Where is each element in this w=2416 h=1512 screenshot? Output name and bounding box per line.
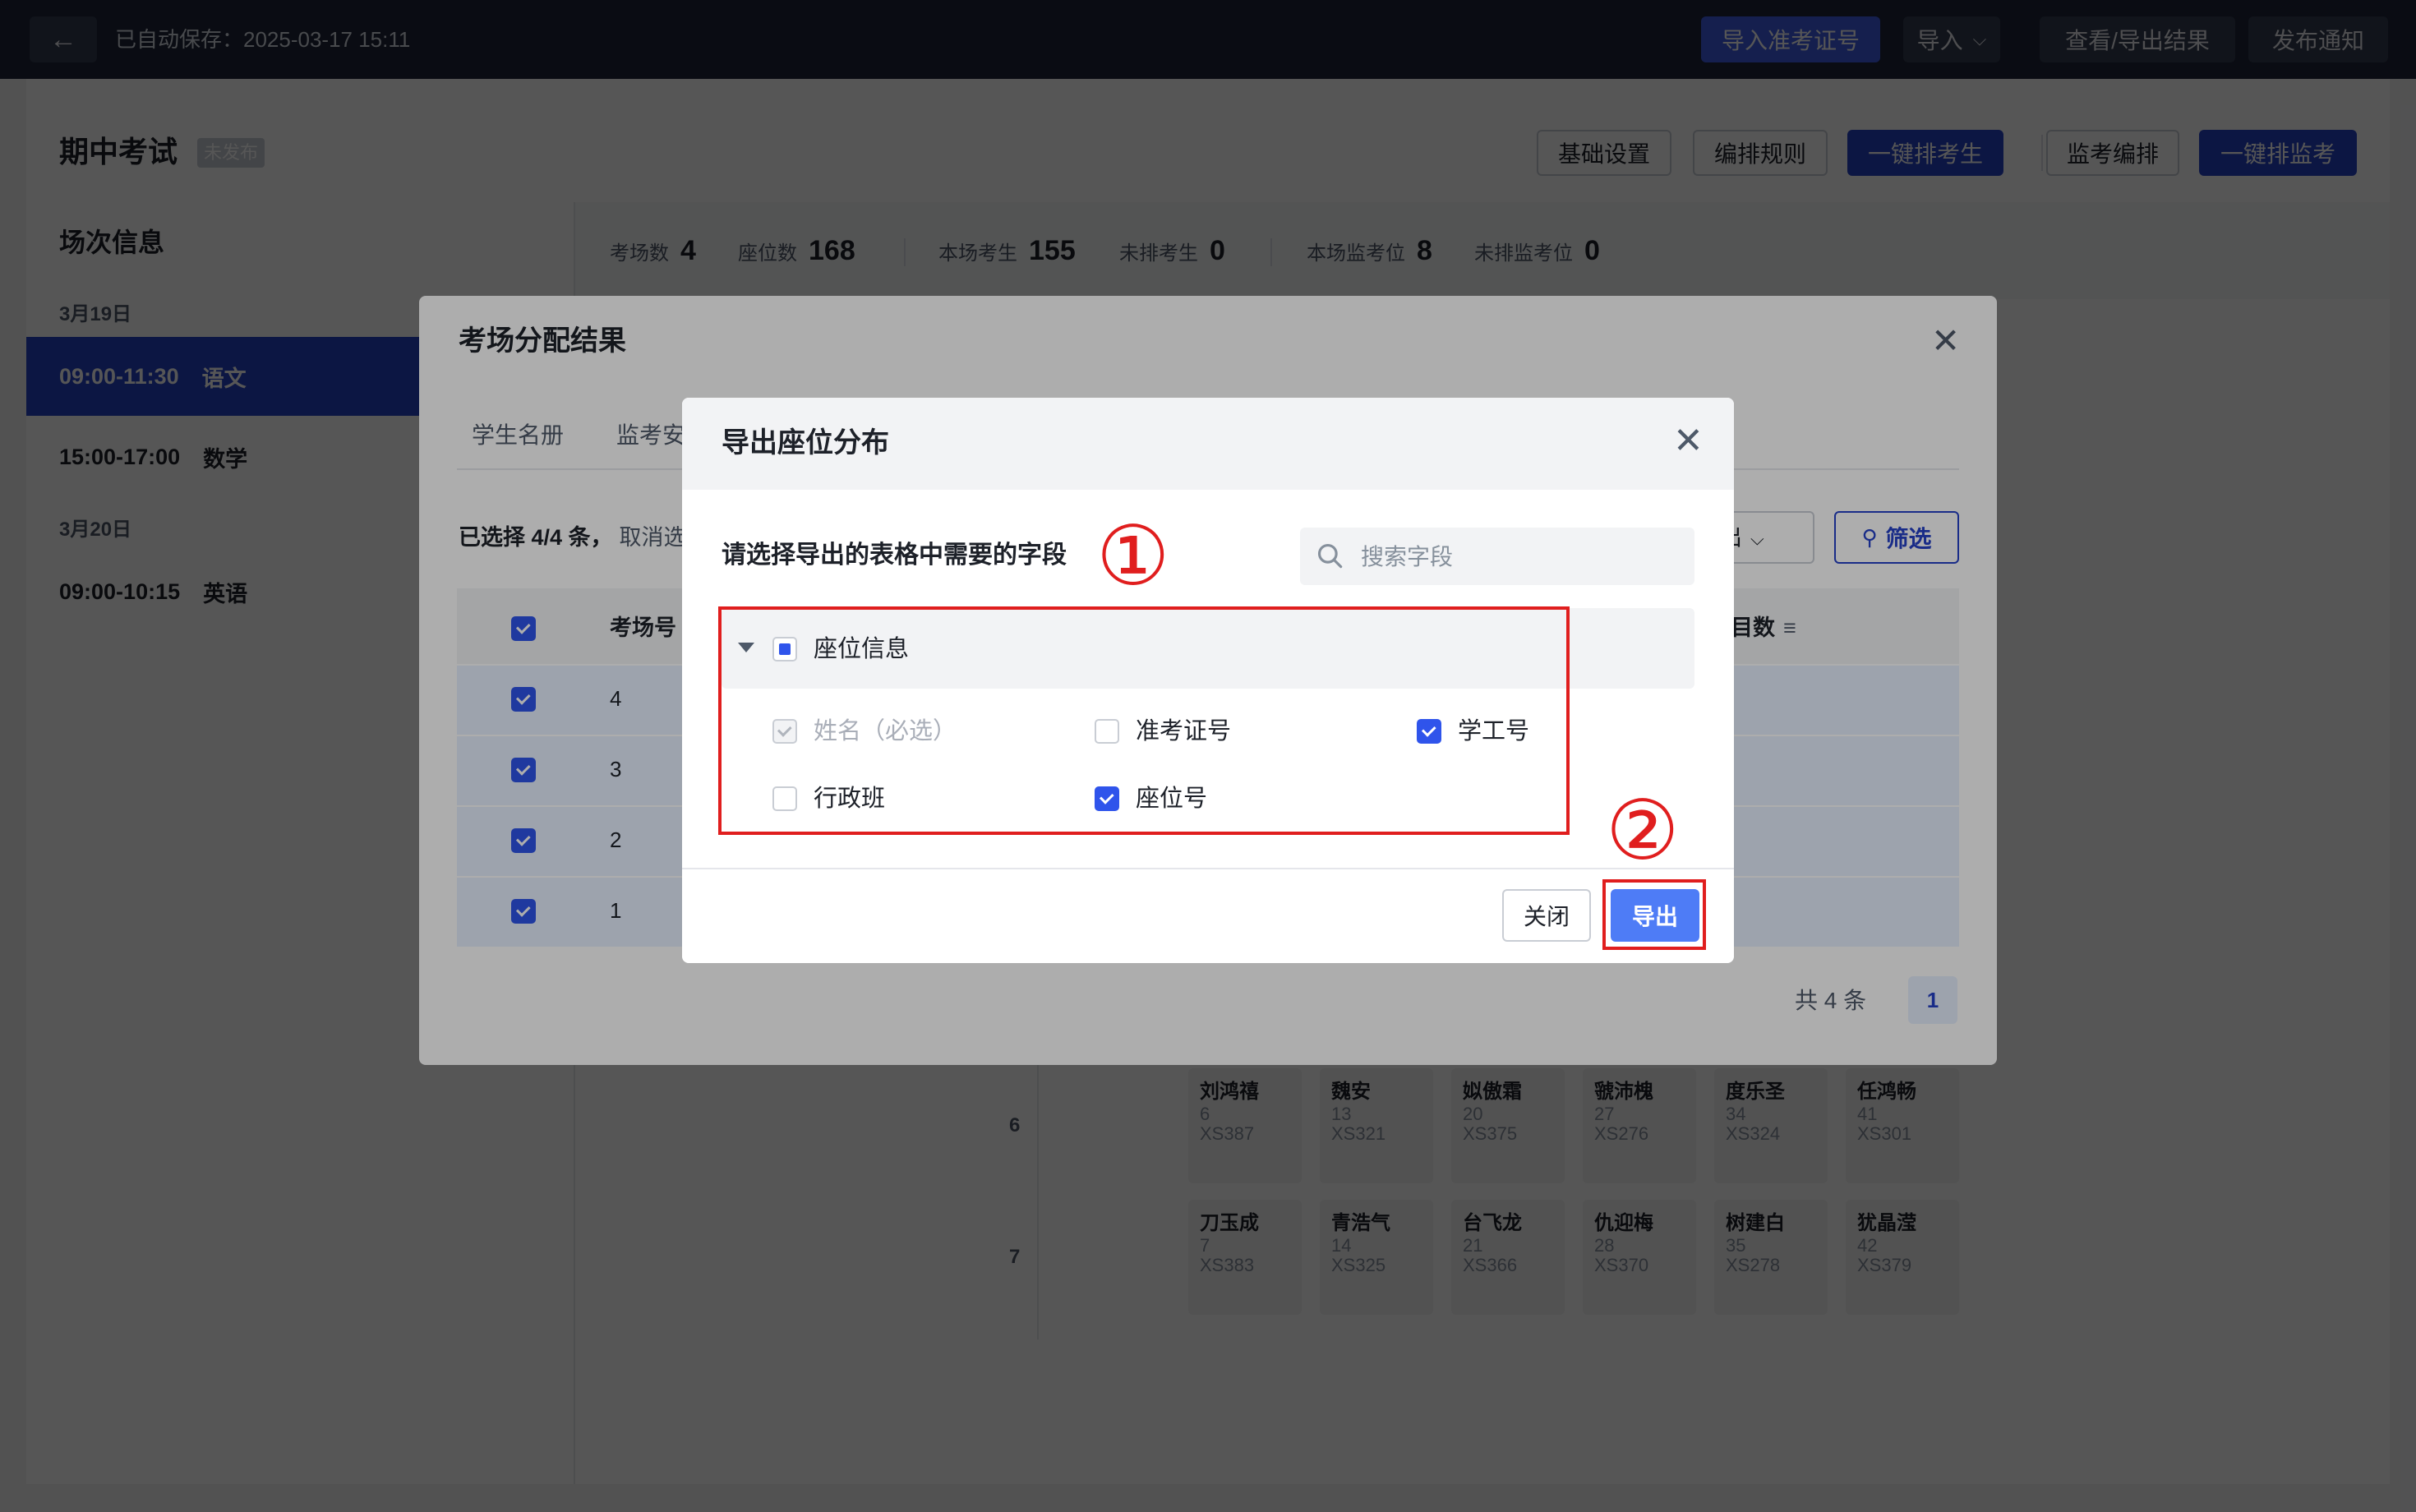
dialog-title: 导出座位分布 — [722, 427, 889, 459]
annotation-box-export — [1602, 879, 1706, 950]
annotation-box-fields — [718, 606, 1570, 835]
close-button[interactable]: 关闭 — [1502, 889, 1591, 942]
annotation-number: ① — [1096, 508, 1170, 604]
footer-divider — [682, 868, 1734, 869]
search-icon — [1317, 543, 1343, 569]
dialog-subtitle: 请选择导出的表格中需要的字段 — [722, 542, 1067, 569]
search-input[interactable] — [1361, 534, 1681, 580]
annotation-number: ② — [1606, 782, 1680, 878]
close-icon[interactable]: ✕ — [1673, 419, 1704, 463]
